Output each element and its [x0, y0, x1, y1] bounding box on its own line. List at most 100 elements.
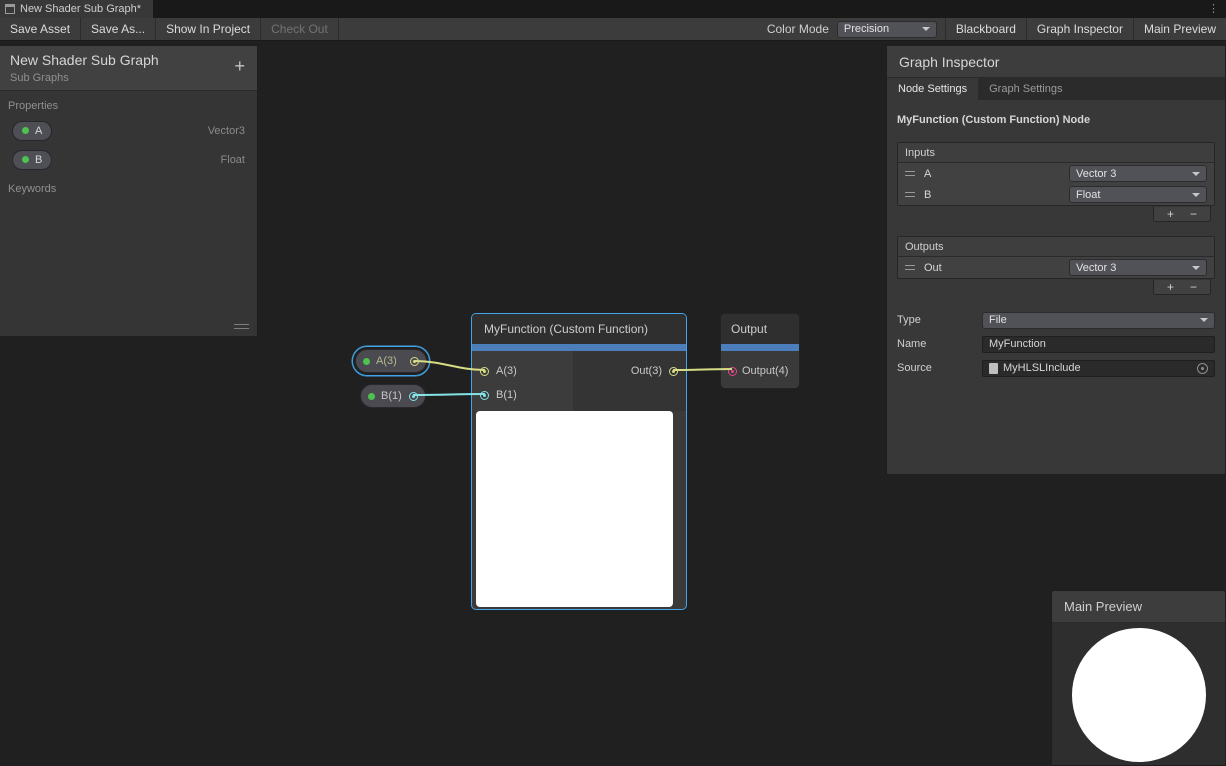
inputs-row-b: B Float	[898, 184, 1214, 205]
output-type-value: Vector 3	[1076, 262, 1116, 274]
blackboard-property-row: A Vector3	[0, 116, 257, 145]
node-preview-surface	[476, 411, 673, 607]
property-node-a[interactable]: A(3)	[352, 346, 430, 376]
property-color-dot-icon	[22, 156, 29, 163]
dropdown-arrow-icon	[1192, 266, 1200, 270]
graph-inspector-tabs: Node Settings Graph Settings	[887, 78, 1225, 100]
property-b-output-port[interactable]	[409, 392, 418, 401]
graph-window-icon	[5, 4, 15, 14]
dropdown-arrow-icon	[1192, 193, 1200, 197]
blackboard-subtitle: Sub Graphs	[10, 72, 247, 84]
remove-output-button[interactable]: −	[1190, 280, 1197, 294]
myfunction-node[interactable]: MyFunction (Custom Function) A(3) B(1) O…	[471, 313, 687, 610]
input-port-a[interactable]	[480, 367, 489, 376]
outputs-row-out: Out Vector 3	[898, 257, 1214, 278]
precision-dropdown[interactable]: Precision	[837, 21, 937, 38]
graph-inspector-toggle-button[interactable]: Graph Inspector	[1026, 18, 1133, 40]
name-field-row: Name MyFunction	[897, 335, 1215, 353]
property-node-b-pill[interactable]: B(1)	[360, 384, 426, 408]
blackboard-header: New Shader Sub Graph Sub Graphs +	[0, 46, 257, 91]
tab-graph-settings[interactable]: Graph Settings	[978, 78, 1073, 100]
main-preview-title: Main Preview	[1052, 591, 1225, 623]
input-b-type-dropdown[interactable]: Float	[1069, 186, 1207, 203]
source-object-field[interactable]: MyHLSLInclude	[982, 360, 1215, 377]
save-asset-button[interactable]: Save Asset	[0, 18, 81, 40]
source-label: Source	[897, 362, 982, 374]
input-a-type-dropdown[interactable]: Vector 3	[1069, 165, 1207, 182]
main-preview-panel: Main Preview	[1051, 590, 1226, 766]
property-node-a-pill[interactable]: A(3)	[355, 349, 427, 373]
port-dot-icon	[413, 360, 416, 363]
output-type-dropdown[interactable]: Vector 3	[1069, 259, 1207, 276]
outputs-list-header: Outputs	[898, 237, 1214, 257]
show-in-project-button[interactable]: Show In Project	[156, 18, 261, 40]
drag-handle-icon[interactable]	[905, 171, 915, 176]
preview-sphere	[1072, 628, 1206, 762]
port-dot-icon	[672, 370, 675, 373]
input-ports-column: A(3) B(1)	[472, 351, 573, 411]
blackboard-toggle-button[interactable]: Blackboard	[945, 18, 1026, 40]
window-menu-icon[interactable]: ⋮	[1201, 0, 1226, 18]
input-port-b-label: B(1)	[496, 389, 517, 401]
type-field-row: Type File	[897, 311, 1215, 329]
dropdown-arrow-icon	[1200, 318, 1208, 322]
add-property-button[interactable]: +	[234, 57, 245, 75]
property-pill-b[interactable]: B	[12, 150, 52, 170]
type-value: File	[989, 314, 1007, 326]
graph-tab[interactable]: New Shader Sub Graph*	[0, 0, 153, 18]
custom-function-fields: Type File Name MyFunction Source	[887, 311, 1225, 377]
main-preview-body[interactable]	[1052, 623, 1225, 766]
check-out-button[interactable]: Check Out	[261, 18, 339, 40]
input-port-b[interactable]	[480, 391, 489, 400]
property-color-dot-icon	[22, 127, 29, 134]
add-output-button[interactable]: +	[1167, 280, 1174, 294]
object-picker-icon[interactable]	[1197, 363, 1208, 374]
keywords-section-label: Keywords	[0, 174, 257, 199]
tab-node-settings[interactable]: Node Settings	[887, 78, 978, 100]
node-accent-strip	[721, 344, 799, 351]
property-type-label: Vector3	[208, 125, 245, 137]
type-dropdown[interactable]: File	[982, 312, 1215, 329]
graph-toolbar: Save Asset Save As... Show In Project Ch…	[0, 18, 1226, 41]
graph-tab-label: New Shader Sub Graph*	[20, 3, 141, 15]
output-node-port-row: Output(4)	[721, 359, 799, 383]
outputs-list-footer: + −	[1153, 279, 1211, 295]
output-node[interactable]: Output Output(4)	[720, 313, 800, 389]
name-input[interactable]: MyFunction	[982, 336, 1215, 353]
graph-inspector-panel: Graph Inspector Node Settings Graph Sett…	[886, 45, 1226, 475]
name-value: MyFunction	[989, 338, 1046, 350]
input-name: B	[924, 189, 931, 201]
myfunction-node-title: MyFunction (Custom Function)	[472, 314, 686, 344]
output-port-out[interactable]	[669, 367, 678, 376]
property-a-output-port[interactable]	[410, 357, 419, 366]
blackboard-resize-handle-icon[interactable]	[234, 324, 249, 329]
property-color-dot-icon	[363, 358, 370, 365]
type-label: Type	[897, 314, 982, 326]
drag-handle-icon[interactable]	[905, 265, 915, 270]
property-color-dot-icon	[368, 393, 375, 400]
remove-input-button[interactable]: −	[1190, 207, 1197, 221]
input-port-a-label: A(3)	[496, 365, 517, 377]
myfunction-node-ports: A(3) B(1) Out(3)	[472, 351, 686, 411]
output-node-port-label: Output(4)	[742, 365, 788, 377]
input-b-type-value: Float	[1076, 189, 1100, 201]
property-node-b-label: B(1)	[381, 390, 402, 402]
output-ports-column: Out(3)	[573, 351, 686, 411]
drag-handle-icon[interactable]	[905, 192, 915, 197]
property-node-a-label: A(3)	[376, 355, 397, 367]
property-pill-a[interactable]: A	[12, 121, 52, 141]
dropdown-arrow-icon	[1192, 172, 1200, 176]
add-input-button[interactable]: +	[1167, 207, 1174, 221]
blackboard-property-row: B Float	[0, 145, 257, 174]
output-port-label: Out(3)	[631, 365, 662, 377]
save-as-button[interactable]: Save As...	[81, 18, 156, 40]
outputs-list: Outputs Out Vector 3 + −	[897, 236, 1215, 295]
output-port-row: Out(3)	[573, 359, 686, 383]
port-dot-icon	[483, 394, 486, 397]
main-preview-toggle-button[interactable]: Main Preview	[1133, 18, 1226, 40]
output-node-input-port[interactable]	[728, 367, 737, 376]
property-node-b[interactable]: B(1)	[357, 381, 429, 411]
hlsl-file-icon	[989, 363, 998, 374]
blackboard-title: New Shader Sub Graph	[10, 52, 247, 68]
source-field-row: Source MyHLSLInclude	[897, 359, 1215, 377]
